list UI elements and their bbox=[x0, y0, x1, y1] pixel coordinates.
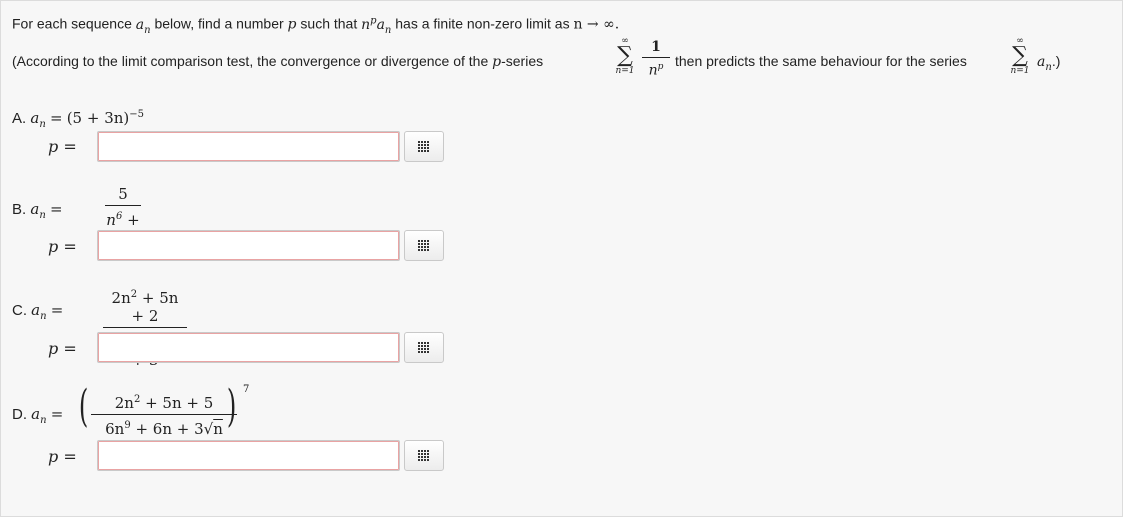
part-c-answer-input[interactable] bbox=[97, 332, 400, 363]
part-d-paren-left: ( bbox=[78, 381, 89, 432]
p-symbol: p bbox=[287, 16, 297, 33]
part-a-p-label: p = bbox=[48, 137, 77, 156]
part-c-label: C. an = bbox=[12, 301, 64, 322]
keypad-grid-icon bbox=[418, 450, 430, 462]
part-a-keypad-button[interactable] bbox=[404, 131, 444, 162]
part-a-formula: (5 + 3n)−5 bbox=[66, 109, 144, 127]
part-a-label: A. an = (5 + 3n)−5 bbox=[12, 109, 144, 130]
part-d-label: D. an = bbox=[12, 405, 64, 426]
keypad-grid-icon bbox=[418, 240, 430, 252]
part-d-fraction: 2n2 + 5n + 5 6n9 + 6n + 3√n bbox=[91, 391, 237, 438]
p-series-sum: ∞ ∑ n=1 bbox=[615, 36, 635, 77]
part-d-keypad-button[interactable] bbox=[404, 440, 444, 471]
part-b-label: B. an = bbox=[12, 200, 63, 221]
intro-line-1: For each sequence an below, find a numbe… bbox=[12, 15, 619, 35]
intro-text: such that bbox=[300, 15, 358, 32]
part-b-p-label: p = bbox=[48, 237, 77, 256]
part-d-exponent: 7 bbox=[243, 384, 250, 395]
part-d-p-label: p = bbox=[48, 447, 77, 466]
part-b-answer-input[interactable] bbox=[97, 230, 400, 261]
keypad-grid-icon bbox=[418, 141, 430, 153]
an-series-term: an.) bbox=[1037, 53, 1061, 73]
part-b-keypad-button[interactable] bbox=[404, 230, 444, 261]
part-c-keypad-button[interactable] bbox=[404, 332, 444, 363]
intro-text: below, find a number bbox=[154, 15, 284, 32]
intro-line-2-b: then predicts the same behaviour for the… bbox=[675, 53, 967, 69]
p-series-term: 1 np bbox=[642, 39, 670, 79]
intro-line-2-a: (According to the limit comparison test,… bbox=[12, 53, 544, 70]
an-series-sum: ∞ ∑ n=1 bbox=[1010, 36, 1030, 77]
intro-text: has a finite non-zero limit as bbox=[395, 15, 570, 32]
part-d-answer-input[interactable] bbox=[97, 440, 400, 471]
sequence-symbol: an bbox=[135, 16, 151, 36]
np-an-expr: npan bbox=[361, 15, 392, 36]
limit-expr: n → ∞. bbox=[573, 16, 620, 33]
part-a-answer-input[interactable] bbox=[97, 131, 400, 162]
question-panel: For each sequence an below, find a numbe… bbox=[0, 0, 1123, 517]
part-c-p-label: p = bbox=[48, 339, 77, 358]
part-d-paren-right: ) bbox=[226, 381, 237, 432]
intro-text: For each sequence bbox=[12, 15, 132, 32]
keypad-grid-icon bbox=[418, 342, 430, 354]
